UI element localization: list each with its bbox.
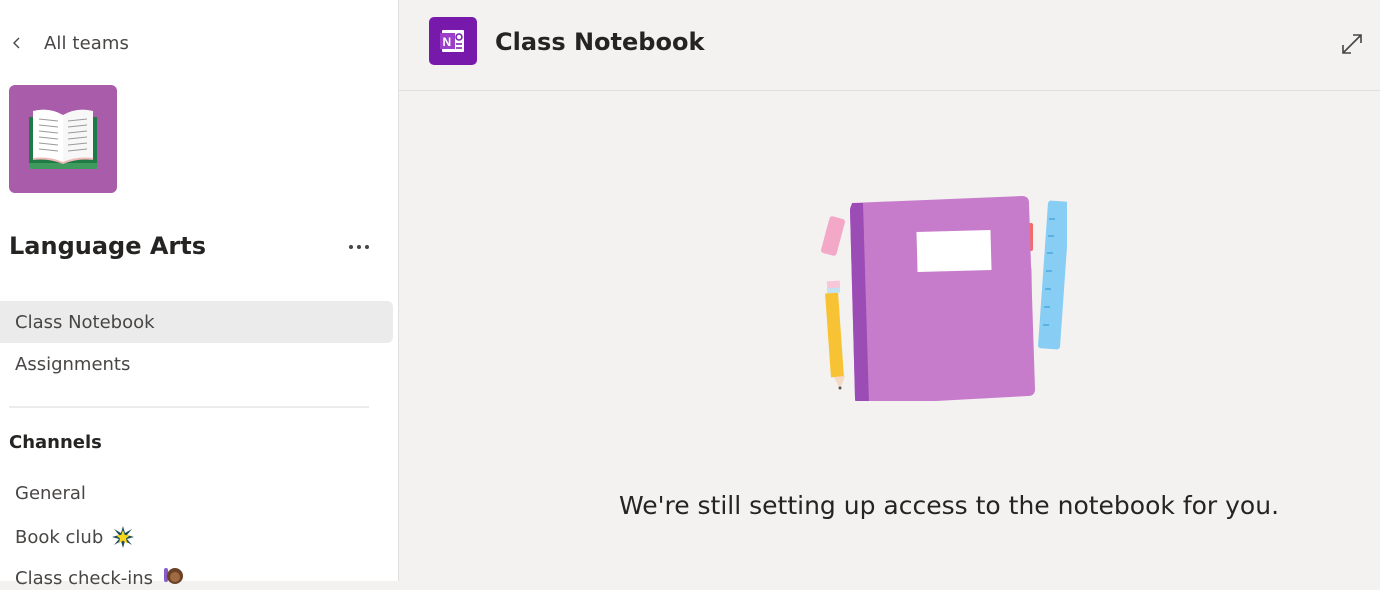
channel-class-check-ins[interactable]: Class check-ins: [15, 566, 185, 590]
channel-label: Book club: [15, 526, 104, 548]
sidebar: All teams Language Arts Class Notebook A…: [0, 0, 399, 589]
team-avatar[interactable]: [9, 85, 117, 193]
channel-label: Class check-ins: [15, 567, 154, 589]
ellipsis-dot: [365, 245, 369, 249]
onenote-icon: N: [429, 17, 477, 65]
main-content: We're still setting up access to the not…: [399, 91, 1380, 581]
app-title: Class Notebook: [495, 28, 705, 56]
channels-heading: Channels: [9, 432, 102, 453]
pencil-icon: [825, 280, 845, 390]
divider: [9, 406, 369, 408]
nav-item-class-notebook[interactable]: Class Notebook: [0, 301, 393, 343]
svg-text:N: N: [443, 35, 452, 49]
open-book-icon: [29, 109, 97, 169]
expand-icon[interactable]: [1339, 31, 1365, 57]
more-options-button[interactable]: [344, 236, 374, 258]
ellipsis-icon: [349, 245, 353, 249]
ellipsis-dot: [357, 245, 361, 249]
sparkle-star-icon: [112, 526, 135, 548]
status-message: We're still setting up access to the not…: [618, 491, 1280, 520]
team-name: Language Arts: [9, 232, 207, 260]
ruler-icon: [1038, 200, 1067, 350]
chevron-left-icon: [13, 37, 20, 49]
eraser-icon: [821, 216, 845, 256]
channel-book-club[interactable]: Book club: [15, 525, 135, 549]
all-teams-label: All teams: [44, 32, 130, 54]
notebook-illustration: [821, 196, 1067, 401]
all-teams-link[interactable]: All teams: [10, 30, 129, 56]
raising-hand-icon: [164, 568, 184, 584]
channel-label: General: [15, 483, 86, 504]
nav-item-assignments[interactable]: Assignments: [0, 343, 393, 385]
channel-general[interactable]: General: [15, 483, 86, 504]
app-header: N Class Notebook: [399, 0, 1380, 91]
notebook-icon: [850, 196, 1035, 401]
